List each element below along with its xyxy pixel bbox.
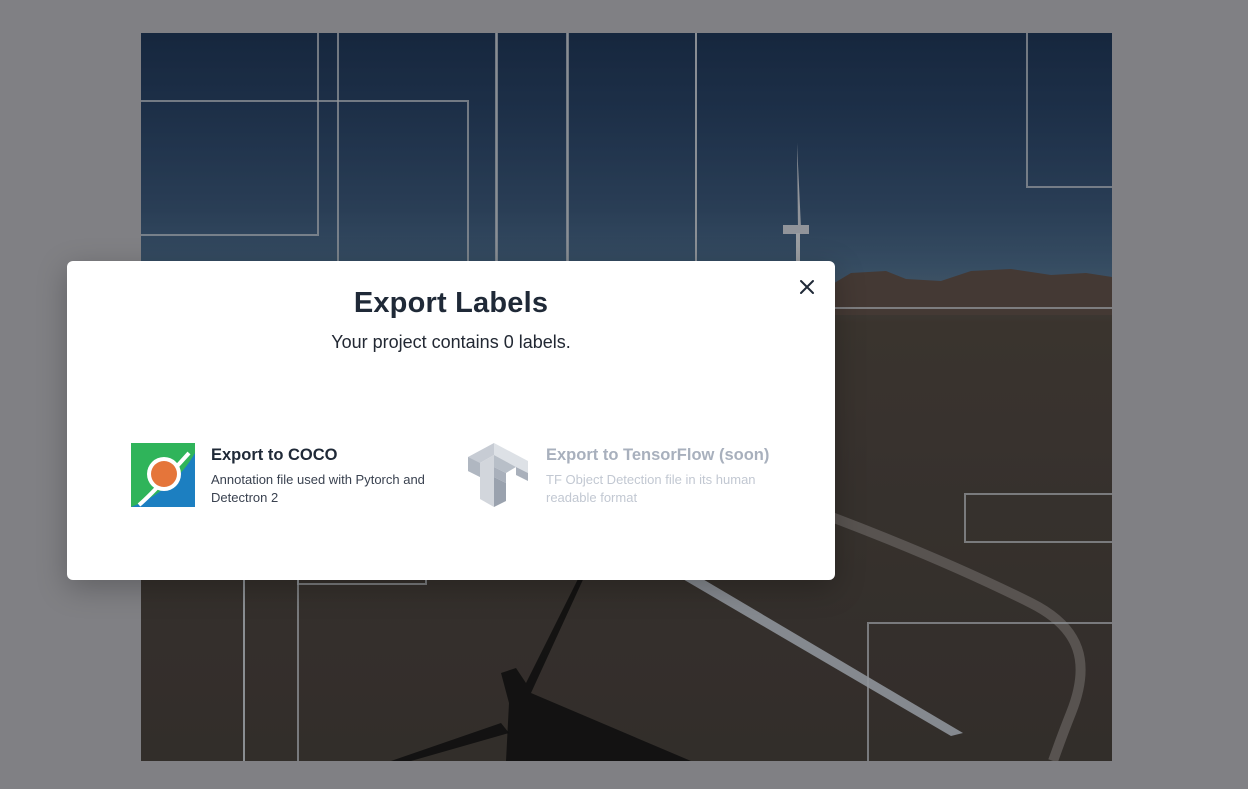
coco-option-title: Export to COCO [211,446,338,464]
export-tensorflow-option: Export to TensorFlow (soon) TF Object De… [466,443,776,513]
coco-option-text: Export to COCO Annotation file used with… [211,443,437,507]
modal-subtitle: Your project contains 0 labels. [331,332,571,352]
export-modal: Export Labels Your project contains 0 la… [67,261,835,580]
tensorflow-option-text: Export to TensorFlow (soon) TF Object De… [546,443,772,507]
coco-option-description: Annotation file used with Pytorch and De… [211,472,425,505]
coco-logo-icon [131,443,195,507]
close-button[interactable] [795,275,819,299]
tensorflow-logo-icon [468,443,528,507]
modal-title: Export Labels [353,287,549,319]
tensorflow-option-title: Export to TensorFlow (soon) [546,446,770,464]
export-coco-option[interactable]: Export to COCO Annotation file used with… [131,443,441,513]
close-icon [800,280,814,294]
app-stage: Export Labels Your project contains 0 la… [0,0,1248,789]
tensorflow-option-description: TF Object Detection file in its human re… [546,472,756,505]
